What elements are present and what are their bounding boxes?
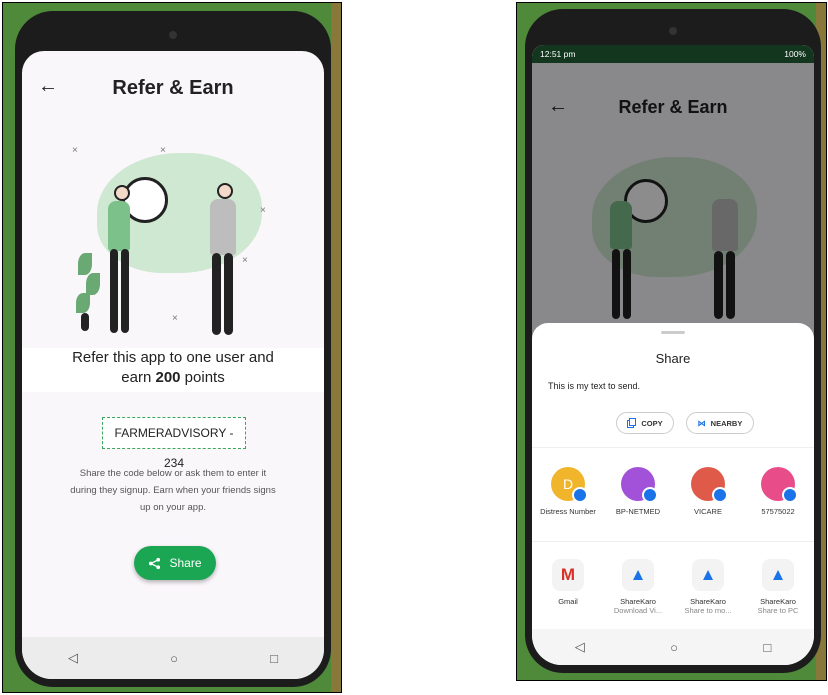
copy-icon [627,418,637,428]
app-header: ← Refer & Earn [22,75,324,125]
refer-message: Refer this app to one user and earn 200 … [22,348,324,392]
messages-badge-icon [642,487,658,503]
phone-screen: 12:51 pm 100% ← Refer & Earn Share This … [532,45,814,665]
refer-illustration: × × × × × [72,145,272,341]
battery-level: 100% [784,49,806,59]
nav-home-icon[interactable]: ○ [170,651,178,666]
phone-body: ← Refer & Earn × × × × × Refer this app … [15,11,331,687]
share-button-label: Share [169,556,202,570]
share-button[interactable]: Share [134,546,216,580]
app-subtitle: Share to PC [757,606,799,615]
contact-name: VICARE [694,507,722,516]
messages-badge-icon [782,487,798,503]
contact-name: Distress Number [540,507,596,516]
copy-button[interactable]: COPY [616,412,674,434]
nearby-label: NEARBY [710,418,743,428]
person-avatar-icon [761,467,798,503]
app-name: ShareKaro [690,597,726,606]
contact-distress-number[interactable]: D Distress Number [538,467,598,516]
messages-badge-icon [712,487,728,503]
app-subtitle: Share to mo... [684,606,732,615]
sharekaro-icon: ▲ [692,559,724,591]
contact-bp-netmed[interactable]: BP-NETMED [608,467,668,516]
phone-screen: ← Refer & Earn × × × × × Refer this app … [22,51,324,679]
nav-recents-icon[interactable]: □ [270,651,278,666]
person-avatar-icon [621,467,658,503]
nav-back-icon[interactable]: ◁ [575,639,585,655]
app-name: ShareKaro [620,597,656,606]
gmail-icon: M [552,559,584,591]
page-title: Refer & Earn [112,77,234,99]
app-gmail[interactable]: M Gmail [538,559,598,606]
contact-vicare[interactable]: VICARE [678,467,738,516]
points-value: 200 [155,369,181,386]
refer-line-2: earn 200 points [121,369,225,386]
copy-label: COPY [641,418,663,428]
nav-recents-icon[interactable]: □ [763,640,771,655]
right-screenshot-frame: 12:51 pm 100% ← Refer & Earn Share This … [516,2,827,681]
app-sharekaro-download[interactable]: ▲ ShareKaro Download Vi... [608,559,668,615]
system-nav-bar: ◁ ○ □ [22,637,324,679]
share-description: Share the code below or ask them to ente… [70,468,276,513]
app-sharekaro-mobile[interactable]: ▲ ShareKaro Share to mo... [678,559,738,615]
messages-badge-icon [572,487,588,503]
sharekaro-icon: ▲ [622,559,654,591]
app-name: ShareKaro [760,597,796,606]
front-camera [669,27,677,35]
front-camera [169,31,177,39]
phone-body: 12:51 pm 100% ← Refer & Earn Share This … [525,9,821,673]
divider [532,447,814,448]
app-name: Gmail [558,597,578,606]
share-icon [149,557,161,569]
referral-code[interactable]: FARMERADVISORY - 234 [102,417,246,470]
divider [532,541,814,542]
shared-text-preview: This is my text to send. [548,381,641,391]
status-bar: 12:51 pm 100% [532,45,814,63]
contact-avatar: D [551,467,588,503]
nearby-button[interactable]: ⋈ NEARBY [686,412,754,434]
share-sheet: Share This is my text to send. COPY ⋈ NE… [532,323,814,665]
nav-home-icon[interactable]: ○ [670,640,678,655]
app-subtitle: Download Vi... [613,606,663,615]
contact-57575022[interactable]: 57575022 [748,467,808,516]
refer-line-1: Refer this app to one user and [72,349,274,366]
system-nav-bar: ◁ ○ □ [532,629,814,665]
nearby-icon: ⋈ [697,418,706,428]
left-screenshot-frame: ← Refer & Earn × × × × × Refer this app … [2,2,342,693]
status-time: 12:51 pm [540,49,576,59]
contact-name: 57575022 [761,507,795,516]
contact-name: BP-NETMED [615,507,661,516]
share-sheet-title: Share [655,351,691,366]
person-avatar-icon [691,467,728,503]
drag-handle[interactable] [661,331,685,334]
nav-back-icon[interactable]: ◁ [68,650,78,666]
sharekaro-icon: ▲ [762,559,794,591]
frame-edge [331,3,341,692]
app-sharekaro-pc[interactable]: ▲ ShareKaro Share to PC [748,559,808,615]
